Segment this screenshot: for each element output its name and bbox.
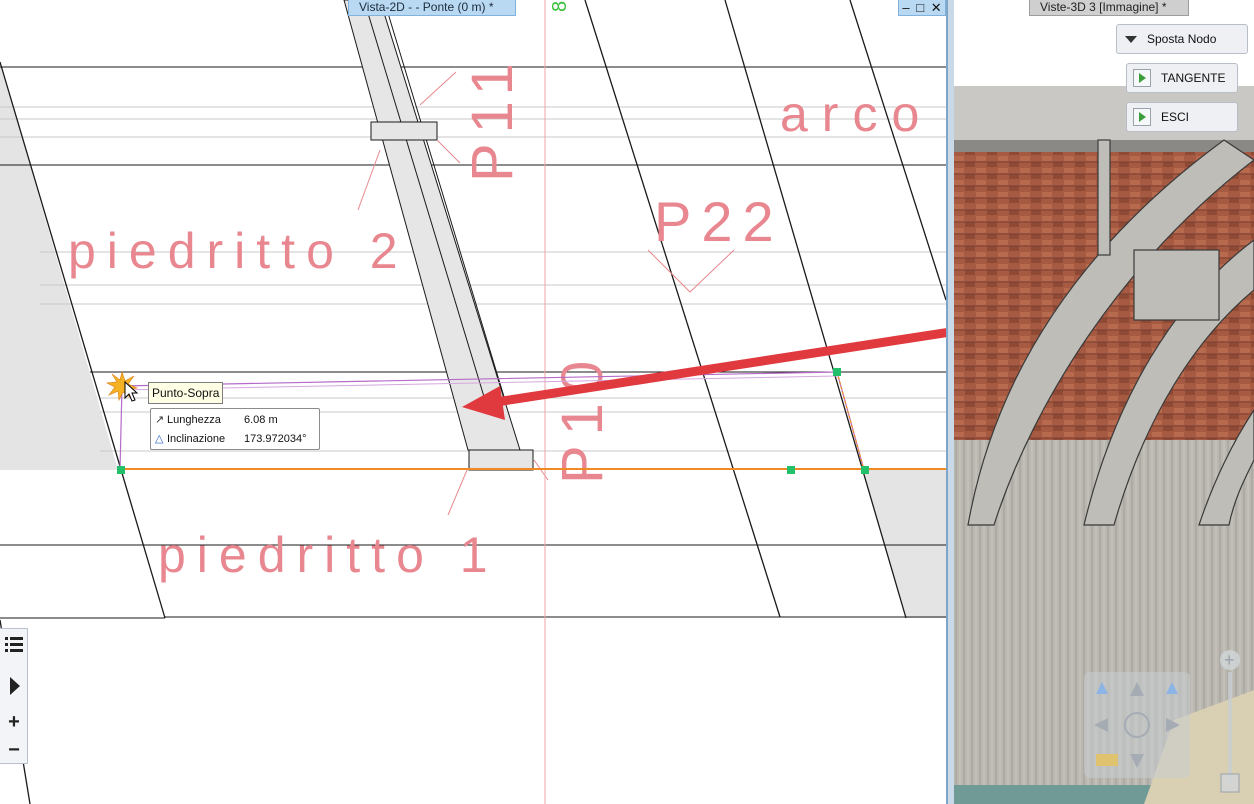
length-label: Lunghezza — [167, 414, 221, 426]
node-handle — [861, 466, 869, 474]
snap-tooltip: Punto-Sopra — [148, 382, 224, 404]
tangente-button[interactable]: TANGENTE — [1126, 63, 1238, 93]
label-arco: arco — [780, 86, 933, 142]
play-icon — [1133, 108, 1151, 126]
sposta-nodo-label: Sposta Nodo — [1147, 32, 1217, 46]
length-value: 6.08 m — [244, 414, 278, 426]
tab-vista-2d[interactable]: Vista-2D - - Ponte (0 m) * — [348, 0, 516, 16]
node-handle — [787, 466, 795, 474]
label-p11: P11 — [460, 53, 525, 182]
navigation-pad[interactable] — [1084, 672, 1190, 778]
tangente-label: TANGENTE — [1161, 71, 1226, 85]
label-piedritto-1: piedritto 1 — [158, 527, 499, 583]
incline-triangle-icon: △ — [155, 433, 164, 445]
hand-pan-icon — [1124, 712, 1150, 738]
axis-mark: 8 — [549, 1, 571, 12]
arrow-down-icon — [1130, 754, 1144, 768]
label-piedritto-2: piedritto 2 — [68, 223, 409, 279]
incline-label: Inclinazione — [167, 433, 226, 445]
arrow-up-icon — [1130, 682, 1144, 696]
length-row: ↗ Lunghezza 6.08 m — [155, 412, 278, 428]
cad-2d-view[interactable]: arco P22 piedritto 2 piedritto 1 P11 P10… — [0, 0, 946, 804]
svg-text:+: + — [1224, 650, 1235, 670]
left-toolbar: + − — [0, 628, 28, 764]
window-controls: – □ ✕ — [898, 0, 946, 16]
node-handle — [117, 466, 125, 474]
annotation-arrow — [462, 328, 946, 420]
measure-infobox: ↗ Lunghezza 6.08 m △ Inclinazione 173.972034… — [150, 408, 320, 450]
zoom-minus-button[interactable]: − — [3, 739, 25, 761]
minimize-icon[interactable]: – — [902, 1, 909, 14]
grey-fill-right — [862, 470, 946, 618]
selection-edge-dashed — [836, 371, 865, 471]
length-arrow-icon: ↗ — [155, 414, 165, 426]
label-p22: P22 — [654, 190, 784, 253]
sposta-nodo-button[interactable]: Sposta Nodo — [1116, 24, 1248, 54]
maximize-icon[interactable]: □ — [916, 1, 924, 14]
label-p10: P10 — [550, 351, 615, 484]
node-handle — [833, 368, 841, 376]
play-icon — [1133, 69, 1151, 87]
zoom-slider[interactable]: + — [1219, 646, 1241, 798]
cad-drawing-canvas[interactable]: arco P22 piedritto 2 piedritto 1 P11 P10… — [0, 0, 946, 804]
incline-row: △ Inclinazione 173.972034° — [155, 431, 307, 447]
esci-button[interactable]: ESCI — [1126, 102, 1238, 132]
view-splitter[interactable] — [946, 0, 954, 804]
chevron-down-icon — [1125, 35, 1137, 43]
esci-label: ESCI — [1161, 110, 1190, 124]
zoom-plus-button[interactable]: + — [3, 711, 25, 733]
incline-value: 173.972034° — [244, 433, 307, 445]
arrow-right-icon — [1166, 718, 1180, 732]
arrow-left-icon — [1094, 718, 1108, 732]
tab-viste-3d[interactable]: Viste-3D 3 [Immagine] * — [1029, 0, 1189, 16]
close-icon[interactable]: ✕ — [931, 1, 942, 14]
